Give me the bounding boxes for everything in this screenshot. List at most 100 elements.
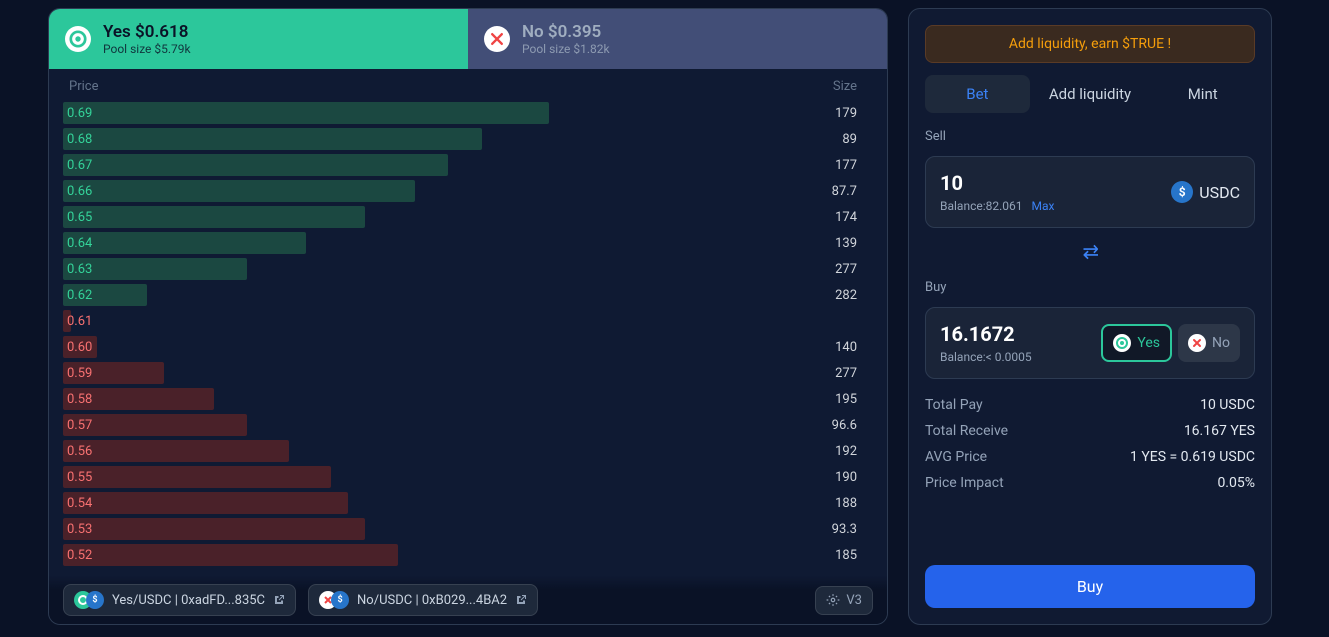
orderbook-row[interactable]: 0.52 185 (49, 542, 887, 568)
trade-tabs: Bet Add liquidity Mint (925, 75, 1255, 113)
row-price: 0.63 (67, 262, 92, 277)
usdc-token-icon: $ (331, 591, 349, 609)
orderbook-row[interactable]: 0.57 96.6 (49, 412, 887, 438)
row-size: 192 (835, 444, 857, 459)
usdc-token-icon: $ (86, 591, 104, 609)
row-size: 282 (835, 288, 857, 303)
row-price: 0.61 (67, 314, 92, 329)
orderbook-row[interactable]: 0.69179 (49, 100, 887, 126)
orderbook-row[interactable]: 0.60 140 (49, 334, 887, 360)
row-price: 0.56 (67, 444, 92, 459)
sell-amount-input[interactable]: 10 (940, 171, 1054, 195)
buy-card: 16.1672 Balance:< 0.0005 Yes No (925, 307, 1255, 379)
stat-avg-price: AVG Price1 YES = 0.619 USDC (925, 449, 1255, 465)
tab-yes-pool: Pool size $5.79k (103, 42, 191, 56)
buy-label: Buy (925, 280, 1255, 295)
orderbook-row[interactable]: 0.61 (49, 308, 887, 334)
external-link-icon (515, 594, 527, 606)
row-price: 0.55 (67, 470, 92, 485)
row-size: 277 (835, 262, 857, 277)
row-size: 93.3 (832, 522, 857, 537)
tab-no-label: No $0.395 (522, 22, 610, 42)
row-size: 277 (835, 366, 857, 381)
pair-yes-label: Yes/USDC | 0xadFD...835C (112, 593, 265, 608)
row-size: 87.7 (832, 184, 857, 199)
tab-yes[interactable]: Yes $0.618 Pool size $5.79k (49, 9, 468, 69)
outcome-tabs: Yes $0.618 Pool size $5.79k No $0.395 Po… (49, 9, 887, 69)
depth-bar (63, 128, 482, 150)
orderbook-row[interactable]: 0.62 282 (49, 282, 887, 308)
depth-bar (63, 206, 365, 228)
orderbook-row[interactable]: 0.65 174 (49, 204, 887, 230)
buy-button[interactable]: Buy (925, 565, 1255, 608)
select-yes-button[interactable]: Yes (1101, 324, 1172, 362)
select-no-button[interactable]: No (1178, 324, 1240, 362)
row-size: 96.6 (832, 418, 857, 433)
orderbook-rows[interactable]: 0.691790.68890.671770.6687.70.651740.641… (49, 100, 887, 624)
stat-total-pay: Total Pay10 USDC (925, 397, 1255, 413)
orderbook-row[interactable]: 0.5393.3 (49, 516, 887, 542)
row-size: 188 (835, 496, 857, 511)
row-size: 195 (835, 392, 857, 407)
orderbook-panel: Yes $0.618 Pool size $5.79k No $0.395 Po… (48, 8, 888, 625)
row-price: 0.65 (67, 210, 92, 225)
no-x-icon (1188, 334, 1206, 352)
row-price: 0.64 (67, 236, 92, 251)
orderbook-row[interactable]: 0.64139 (49, 230, 887, 256)
pair-no-usdc[interactable]: $ No/USDC | 0xB029...4BA2 (308, 584, 538, 616)
tab-no[interactable]: No $0.395 Pool size $1.82k (468, 9, 887, 69)
depth-bar (63, 232, 306, 254)
col-price: Price (69, 79, 98, 94)
depth-bar (63, 466, 331, 488)
row-size: 140 (835, 340, 857, 355)
orderbook-row[interactable]: 0.6889 (49, 126, 887, 152)
liquidity-banner[interactable]: Add liquidity, earn $TRUE ! (925, 25, 1255, 63)
orderbook-header: Price Size (49, 69, 887, 100)
row-price: 0.52 (67, 548, 92, 563)
orderbook-row[interactable]: 0.55 190 (49, 464, 887, 490)
row-price: 0.66 (67, 184, 92, 199)
outcome-selector: Yes No (1101, 324, 1240, 362)
yes-circle-icon (1113, 334, 1131, 352)
pool-links: $ Yes/USDC | 0xadFD...835C $ No/USDC | 0… (49, 576, 887, 624)
orderbook-row[interactable]: 0.56 192 (49, 438, 887, 464)
tab-mint[interactable]: Mint (1150, 75, 1255, 113)
version-badge[interactable]: V3 (815, 586, 873, 615)
row-size: 174 (835, 210, 857, 225)
trade-stats: Total Pay10 USDC Total Receive16.167 YES… (925, 397, 1255, 491)
row-price: 0.62 (67, 288, 92, 303)
buy-amount: 16.1672 (940, 322, 1032, 346)
orderbook-row[interactable]: 0.58195 (49, 386, 887, 412)
external-link-icon (273, 594, 285, 606)
depth-bar (63, 492, 348, 514)
no-x-icon (484, 26, 510, 52)
orderbook-row[interactable]: 0.67177 (49, 152, 887, 178)
row-price: 0.59 (67, 366, 92, 381)
orderbook-row[interactable]: 0.59 277 (49, 360, 887, 386)
yes-circle-icon (65, 26, 91, 52)
trade-panel: Add liquidity, earn $TRUE ! Bet Add liqu… (908, 8, 1272, 625)
depth-bar (63, 518, 365, 540)
orderbook-row[interactable]: 0.66 87.7 (49, 178, 887, 204)
col-size: Size (833, 79, 857, 94)
tab-bet[interactable]: Bet (925, 75, 1030, 113)
row-size: 185 (835, 548, 857, 563)
pair-no-label: No/USDC | 0xB029...4BA2 (357, 593, 507, 608)
swap-direction-button[interactable]: ⇅ (1078, 244, 1102, 261)
orderbook-row[interactable]: 0.54 188 (49, 490, 887, 516)
sell-token[interactable]: $ USDC (1171, 181, 1240, 203)
orderbook-row[interactable]: 0.63 277 (49, 256, 887, 282)
row-price: 0.57 (67, 418, 92, 433)
pair-yes-usdc[interactable]: $ Yes/USDC | 0xadFD...835C (63, 584, 296, 616)
row-size: 190 (835, 470, 857, 485)
row-price: 0.68 (67, 132, 92, 147)
max-button[interactable]: Max (1032, 199, 1055, 213)
depth-bar (63, 102, 549, 124)
row-price: 0.54 (67, 496, 92, 511)
tab-add-liquidity[interactable]: Add liquidity (1038, 75, 1143, 113)
row-price: 0.60 (67, 340, 92, 355)
version-label: V3 (846, 593, 862, 608)
tab-no-pool: Pool size $1.82k (522, 42, 610, 56)
buy-balance: Balance:< 0.0005 (940, 350, 1032, 364)
depth-bar (63, 544, 398, 566)
